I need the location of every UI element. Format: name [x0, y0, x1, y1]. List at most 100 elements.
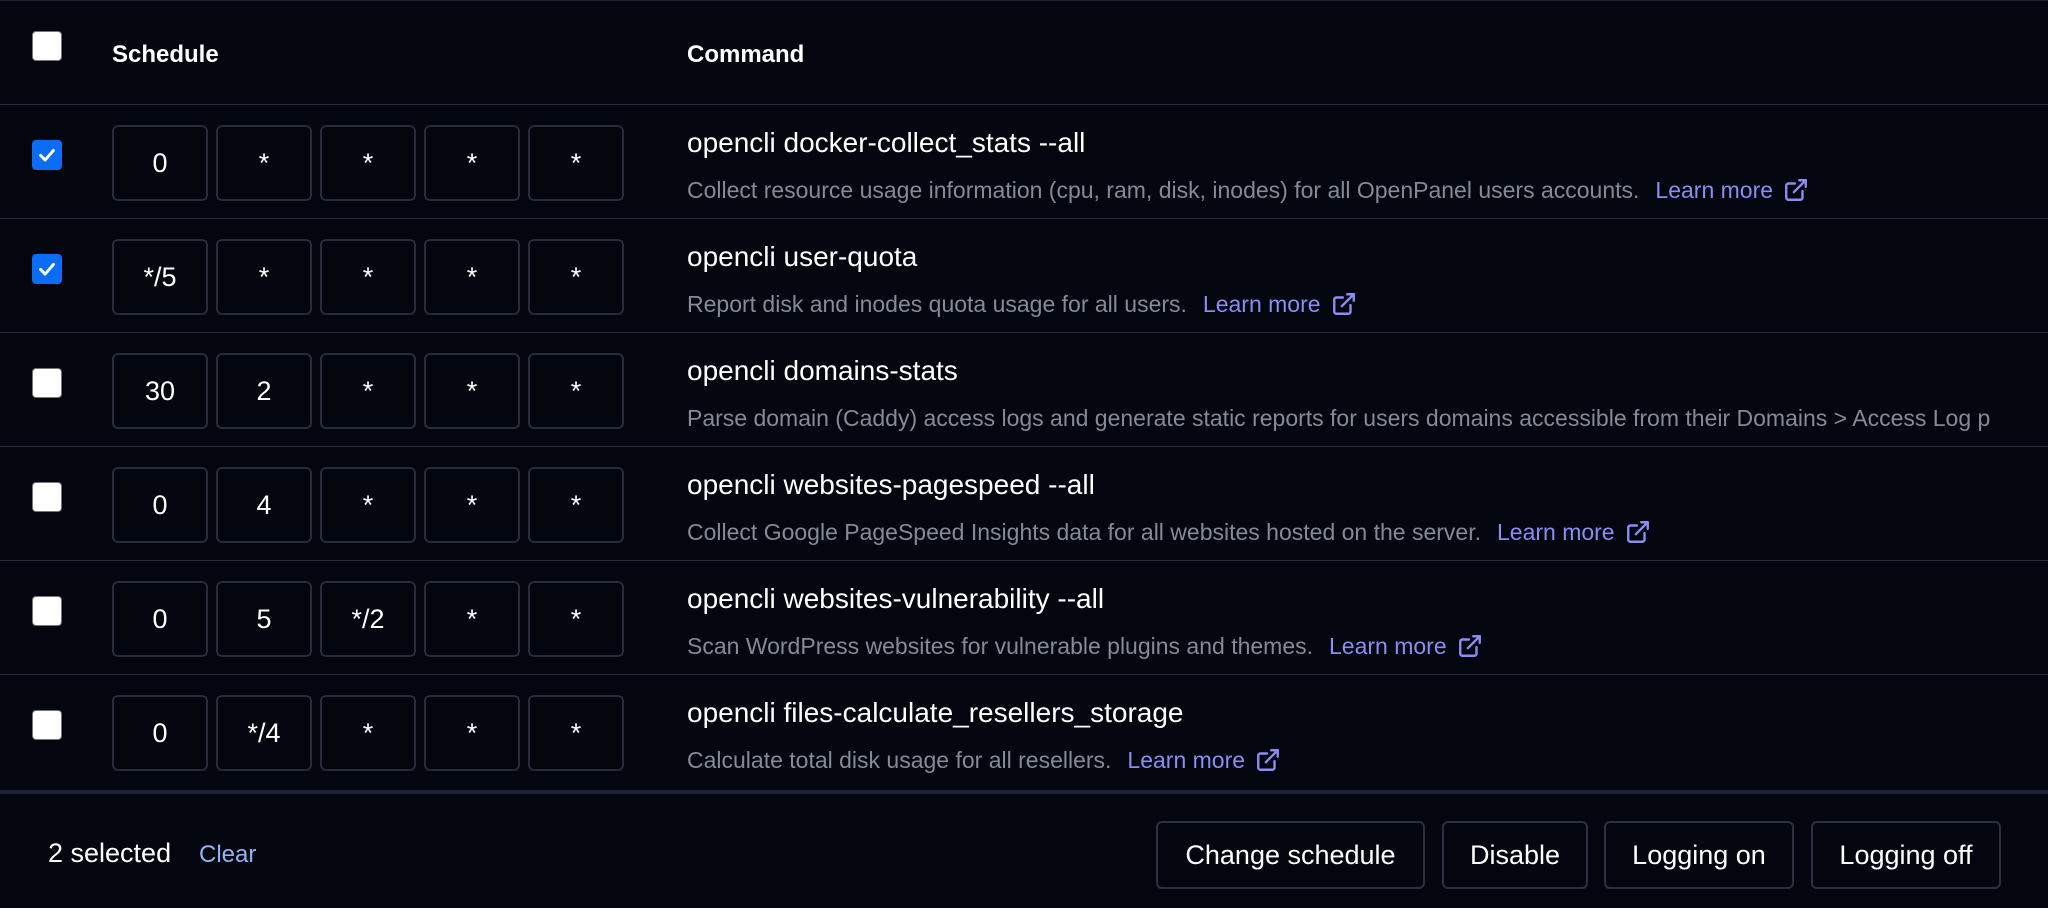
cron-weekday-field[interactable]: *	[528, 239, 624, 315]
command-description-line: Calculate total disk usage for all resel…	[687, 745, 1281, 775]
command-description-line: Scan WordPress websites for vulnerable p…	[687, 631, 1483, 661]
cron-schedule: 0 * * * *	[112, 125, 624, 201]
command-description: Collect Google PageSpeed Insights data f…	[687, 519, 1481, 545]
command-name: opencli user-quota	[687, 241, 918, 272]
check-icon	[39, 148, 55, 162]
command-name: opencli websites-vulnerability --all	[687, 583, 1105, 614]
command-description: Calculate total disk usage for all resel…	[687, 747, 1112, 773]
table-row: */5 * * * * opencli user-quota Report di…	[0, 219, 2048, 333]
row-checkbox[interactable]	[32, 482, 62, 512]
cron-day-field[interactable]: */2	[320, 581, 416, 657]
cron-hour-field[interactable]: *	[216, 239, 312, 315]
cron-month-field[interactable]: *	[424, 581, 520, 657]
command-name: opencli files-calculate_resellers_storag…	[687, 697, 1184, 728]
schedule-column-header: Schedule	[112, 41, 219, 68]
table-row: 0 */4 * * * opencli files-calculate_rese…	[0, 675, 2048, 789]
row-checkbox[interactable]	[32, 140, 62, 170]
command-column-header: Command	[687, 41, 805, 68]
cron-month-field[interactable]: *	[424, 353, 520, 429]
table-header: Schedule Command	[0, 0, 2048, 105]
learn-more-label: Learn more	[1496, 519, 1615, 545]
learn-more-link[interactable]: Learn more	[1497, 517, 1651, 547]
cron-month-field[interactable]: *	[424, 239, 520, 315]
cron-hour-field[interactable]: 2	[216, 353, 312, 429]
learn-more-label: Learn more	[1329, 633, 1447, 659]
learn-more-label: Learn more	[1127, 747, 1246, 773]
external-link-icon	[1626, 521, 1649, 543]
learn-more-link[interactable]: Learn more	[1329, 631, 1483, 661]
cron-hour-field[interactable]: 4	[216, 467, 312, 543]
command-cell: opencli docker-collect_stats --all Colle…	[687, 125, 1809, 205]
table-row: 0 * * * * opencli docker-collect_stats -…	[0, 105, 2048, 219]
cron-minute-field[interactable]: 0	[112, 695, 208, 771]
cron-weekday-field[interactable]: *	[528, 353, 624, 429]
cron-month-field[interactable]: *	[424, 467, 520, 543]
external-link-icon	[1458, 635, 1481, 657]
cron-weekday-field[interactable]: *	[528, 695, 624, 771]
command-description: Collect resource usage information (cpu,…	[687, 177, 1640, 203]
command-cell: opencli files-calculate_resellers_storag…	[687, 695, 1281, 775]
external-link-icon	[1332, 293, 1355, 315]
learn-more-link[interactable]: Learn more	[1655, 175, 1809, 205]
cron-minute-field[interactable]: 0	[112, 125, 208, 201]
change-schedule-button[interactable]: Change schedule	[1156, 821, 1425, 889]
learn-more-label: Learn more	[1202, 291, 1321, 317]
cron-month-field[interactable]: *	[424, 125, 520, 201]
row-checkbox[interactable]	[32, 254, 62, 284]
cron-jobs-page: Schedule Command 0 * * * * opencli docke…	[0, 0, 2048, 908]
command-cell: opencli websites-pagespeed --all Collect…	[687, 467, 1651, 547]
check-icon	[39, 262, 55, 276]
cron-month-field[interactable]: *	[424, 695, 520, 771]
command-cell: opencli websites-vulnerability --all Sca…	[687, 581, 1483, 661]
cron-schedule: */5 * * * *	[112, 239, 624, 315]
external-link-icon	[1257, 749, 1279, 771]
command-description-line: Parse domain (Caddy) access logs and gen…	[687, 403, 2048, 433]
cron-minute-field[interactable]: */5	[112, 239, 208, 315]
cron-table-body: 0 * * * * opencli docker-collect_stats -…	[0, 105, 2048, 789]
cron-schedule: 0 4 * * *	[112, 467, 624, 543]
cron-weekday-field[interactable]: *	[528, 467, 624, 543]
learn-more-label: Learn more	[1655, 177, 1774, 203]
cron-minute-field[interactable]: 0	[112, 467, 208, 543]
clear-selection-link[interactable]: Clear	[199, 841, 256, 869]
command-cell: opencli user-quota Report disk and inode…	[687, 239, 1357, 319]
command-name: opencli domains-stats	[687, 355, 958, 386]
command-description: Parse domain (Caddy) access logs and gen…	[687, 405, 1991, 431]
cron-minute-field[interactable]: 30	[112, 353, 208, 429]
row-checkbox[interactable]	[32, 368, 62, 398]
cron-weekday-field[interactable]: *	[528, 581, 624, 657]
cron-schedule: 0 */4 * * *	[112, 695, 624, 771]
command-description: Report disk and inodes quota usage for a…	[687, 291, 1187, 317]
bulk-action-bar: 2 selected Clear Change schedule Disable…	[0, 790, 2048, 908]
cron-hour-field[interactable]: *	[216, 125, 312, 201]
cron-day-field[interactable]: *	[320, 353, 416, 429]
cron-hour-field[interactable]: 5	[216, 581, 312, 657]
selected-count: 2 selected	[48, 838, 172, 868]
external-link-icon	[1785, 179, 1807, 201]
command-description: Scan WordPress websites for vulnerable p…	[687, 633, 1314, 659]
learn-more-link[interactable]: Learn more	[1127, 745, 1281, 775]
command-name: opencli websites-pagespeed --all	[687, 469, 1095, 500]
select-all-checkbox[interactable]	[32, 31, 62, 61]
cron-day-field[interactable]: *	[320, 467, 416, 543]
command-description-line: Report disk and inodes quota usage for a…	[687, 289, 1357, 319]
logging-on-button[interactable]: Logging on	[1604, 821, 1794, 889]
cron-schedule: 0 5 */2 * *	[112, 581, 624, 657]
command-name: opencli docker-collect_stats --all	[687, 127, 1086, 158]
cron-schedule: 30 2 * * *	[112, 353, 624, 429]
disable-button[interactable]: Disable	[1442, 821, 1588, 889]
row-checkbox[interactable]	[32, 710, 62, 740]
logging-off-button[interactable]: Logging off	[1811, 821, 2001, 889]
cron-minute-field[interactable]: 0	[112, 581, 208, 657]
command-description-line: Collect Google PageSpeed Insights data f…	[687, 517, 1651, 547]
table-row: 30 2 * * * opencli domains-stats Parse d…	[0, 333, 2048, 447]
command-cell: opencli domains-stats Parse domain (Cadd…	[687, 353, 2048, 433]
cron-day-field[interactable]: *	[320, 695, 416, 771]
cron-day-field[interactable]: *	[320, 239, 416, 315]
table-row: 0 4 * * * opencli websites-pagespeed --a…	[0, 447, 2048, 561]
learn-more-link[interactable]: Learn more	[1203, 289, 1357, 319]
cron-day-field[interactable]: *	[320, 125, 416, 201]
cron-hour-field[interactable]: */4	[216, 695, 312, 771]
row-checkbox[interactable]	[32, 596, 62, 626]
cron-weekday-field[interactable]: *	[528, 125, 624, 201]
